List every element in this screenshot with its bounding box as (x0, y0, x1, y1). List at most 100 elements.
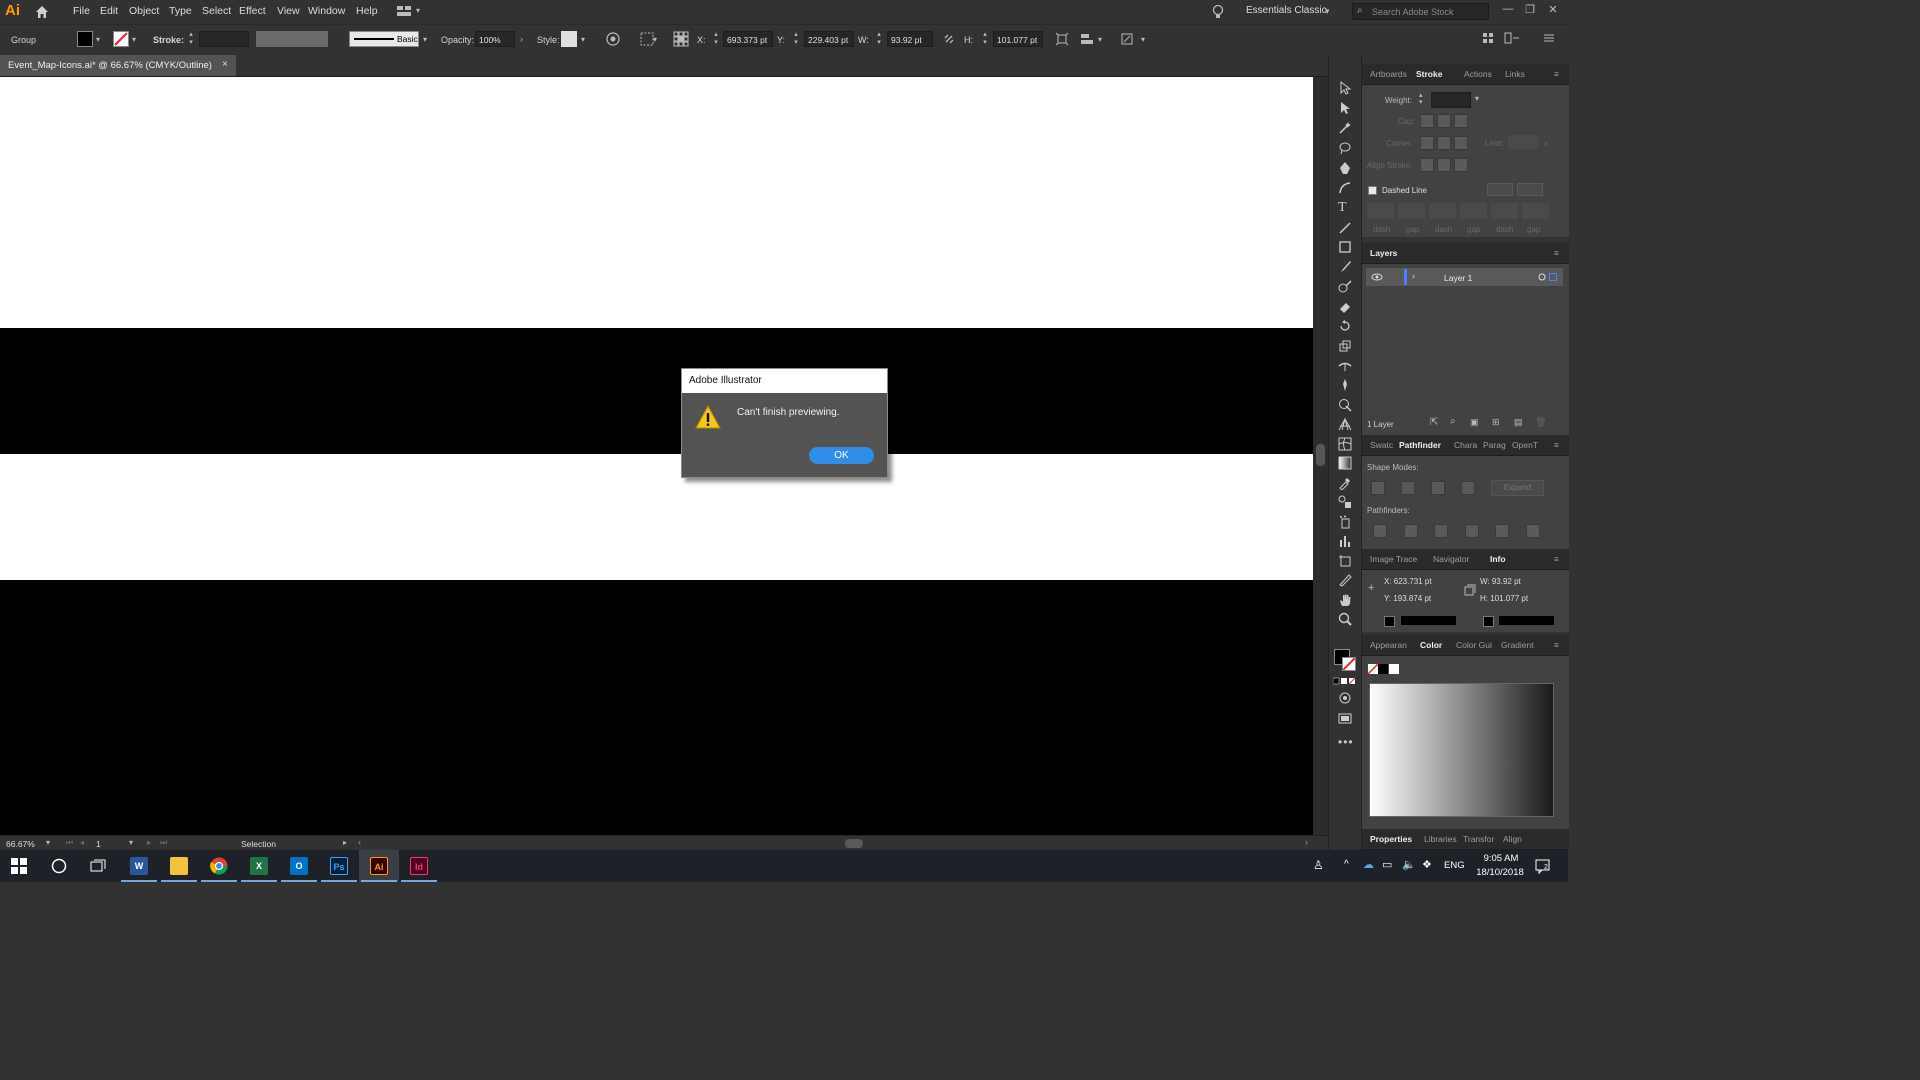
shape-builder-tool-icon[interactable] (1338, 398, 1352, 412)
first-artboard-icon[interactable]: ⏮ (66, 838, 73, 848)
chevron-down-icon[interactable]: ▾ (1141, 35, 1151, 45)
close-icon[interactable]: ✕ (1545, 3, 1561, 19)
taskbar-app-outlook[interactable]: O (279, 850, 319, 882)
dash-field[interactable] (1429, 203, 1456, 219)
clipping-mask-icon[interactable]: ▣ (1470, 417, 1479, 428)
puppet-warp-tool-icon[interactable] (1338, 378, 1352, 392)
minus-back-button[interactable] (1526, 524, 1540, 538)
y-stepper-icon[interactable]: ▴ ▾ (792, 31, 800, 47)
tab-image-trace[interactable]: Image Trace (1370, 554, 1417, 564)
menu-select[interactable]: Select (202, 5, 231, 17)
chevron-down-icon[interactable]: ▾ (129, 838, 133, 847)
chevron-down-icon[interactable]: ▾ (416, 6, 420, 15)
lightbulb-icon[interactable] (1211, 4, 1225, 20)
dash-field[interactable] (1367, 203, 1394, 219)
dash-field[interactable] (1491, 203, 1518, 219)
gap-field[interactable] (1398, 203, 1425, 219)
width-field[interactable]: 93.92 pt (887, 31, 933, 47)
artboard-tool-icon[interactable] (1338, 554, 1352, 568)
brush-definition[interactable]: Basic (349, 31, 419, 47)
chevron-down-icon[interactable]: ▾ (423, 35, 433, 45)
scroll-right-icon[interactable]: › (1305, 837, 1308, 847)
align-center-button[interactable] (1420, 158, 1434, 172)
taskbar-app-chrome[interactable] (199, 850, 239, 882)
tab-color[interactable]: Color (1420, 640, 1442, 650)
trim-button[interactable] (1404, 524, 1418, 538)
chevron-down-icon[interactable]: ▾ (653, 35, 663, 45)
panel-menu-icon[interactable]: ≡ (1554, 248, 1559, 258)
align-inside-button[interactable] (1437, 158, 1451, 172)
dialog-title-bar[interactable]: Adobe Illustrator (682, 369, 887, 393)
task-view-icon[interactable] (90, 858, 106, 874)
gap-field[interactable] (1460, 203, 1487, 219)
panel-menu-icon[interactable] (1543, 32, 1555, 44)
limit-field[interactable] (1508, 135, 1538, 149)
tab-paragraph[interactable]: Parag (1483, 440, 1506, 450)
new-sublayer-icon[interactable]: ⊞ (1492, 417, 1500, 428)
tab-actions[interactable]: Actions (1464, 69, 1492, 79)
clock-date[interactable]: 18/10/2018 (1472, 867, 1528, 878)
arrange-icon[interactable] (1482, 32, 1494, 44)
tab-links[interactable]: Links (1505, 69, 1525, 79)
x-stepper-icon[interactable]: ▴ ▾ (712, 31, 720, 47)
perspective-grid-tool-icon[interactable] (1338, 417, 1352, 431)
more-tools-icon[interactable]: ••• (1338, 735, 1353, 749)
intersect-button[interactable] (1431, 481, 1445, 495)
artboard-canvas[interactable] (0, 77, 1313, 835)
document-tab[interactable]: Event_Map-Icons.ai* @ 66.67% (CMYK/Outli… (0, 55, 236, 76)
dropbox-icon[interactable]: ❖ (1422, 858, 1432, 871)
magic-wand-tool-icon[interactable] (1338, 121, 1352, 135)
layer-row[interactable]: › Layer 1 (1366, 268, 1563, 286)
tab-artboards[interactable]: Artboards (1370, 69, 1407, 79)
tab-stroke[interactable]: Stroke (1416, 69, 1442, 79)
tab-navigator[interactable]: Navigator (1433, 554, 1469, 564)
horizontal-scrollbar-thumb[interactable] (845, 839, 863, 848)
draw-mode-icon[interactable] (1338, 691, 1352, 705)
bevel-join-button[interactable] (1454, 136, 1468, 150)
menu-file[interactable]: File (73, 5, 90, 17)
language-indicator[interactable]: ENG (1444, 860, 1465, 871)
panel-menu-icon[interactable]: ≡ (1554, 640, 1559, 650)
blend-tool-icon[interactable] (1338, 495, 1352, 509)
restore-icon[interactable]: ❐ (1522, 3, 1538, 19)
scrollbar-thumb[interactable] (1316, 444, 1325, 466)
unite-button[interactable] (1371, 481, 1385, 495)
onedrive-icon[interactable]: ☁ (1363, 858, 1374, 871)
previous-artboard-icon[interactable]: ◂ (80, 838, 84, 847)
scale-tool-icon[interactable] (1338, 339, 1352, 353)
butt-cap-button[interactable] (1420, 114, 1434, 128)
chevron-down-icon[interactable]: ▾ (1098, 35, 1108, 45)
expand-button[interactable]: Expand (1491, 480, 1544, 496)
people-icon[interactable]: ♙ (1313, 858, 1324, 872)
artboard-number[interactable]: 1 (96, 839, 101, 849)
status-menu-icon[interactable]: ▸ (343, 838, 347, 847)
close-tab-icon[interactable]: × (222, 59, 228, 70)
minimize-icon[interactable]: — (1500, 3, 1516, 19)
opacity-field[interactable]: 100% (475, 31, 515, 47)
symbol-sprayer-tool-icon[interactable] (1338, 515, 1352, 529)
taskbar-app-photoshop[interactable]: Ps (319, 850, 359, 882)
panel-menu-icon[interactable]: ≡ (1554, 554, 1559, 564)
chevron-down-icon[interactable]: ▾ (581, 35, 591, 45)
dash-gap-fields[interactable] (1367, 203, 1562, 221)
eraser-tool-icon[interactable] (1338, 300, 1352, 314)
selection-indicator[interactable] (1549, 273, 1557, 281)
scroll-left-icon[interactable]: ‹ (358, 837, 361, 847)
panel-menu-icon[interactable]: ≡ (1554, 69, 1559, 79)
tab-align[interactable]: Align (1503, 834, 1522, 844)
workspace-switcher[interactable]: Essentials Classic (1246, 5, 1327, 16)
next-artboard-icon[interactable]: ▸ (147, 838, 151, 847)
mesh-tool-icon[interactable] (1338, 437, 1352, 451)
tab-color-guide[interactable]: Color Gui (1456, 640, 1492, 650)
locate-object-icon[interactable]: ⌕ (1450, 416, 1456, 427)
menu-help[interactable]: Help (356, 5, 378, 17)
chevron-down-icon[interactable]: ▾ (1475, 94, 1479, 103)
stroke-swatch[interactable] (113, 31, 129, 47)
dashed-line-checkbox[interactable] (1368, 186, 1377, 195)
tab-libraries[interactable]: Libraries (1424, 834, 1457, 844)
stroke-color-swatch[interactable] (1342, 657, 1356, 671)
align-objects-icon[interactable] (1080, 32, 1094, 46)
gradient-tool-icon[interactable] (1338, 456, 1352, 470)
layer-name[interactable]: Layer 1 (1444, 273, 1472, 283)
taskbar-app-excel[interactable]: X (239, 850, 279, 882)
